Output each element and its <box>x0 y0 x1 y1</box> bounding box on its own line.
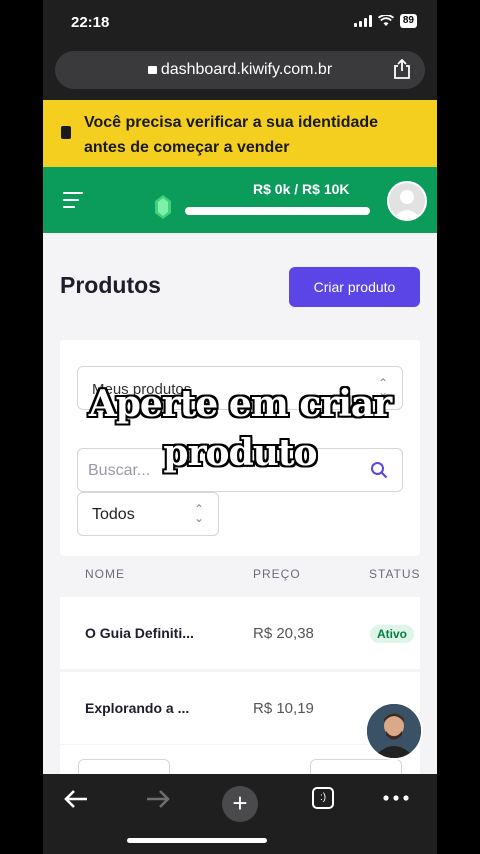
status-filter-select[interactable]: Todos ⌃ ⌄ <box>77 492 219 536</box>
wifi-icon <box>377 15 394 26</box>
banner-text: Você precisa verificar a sua identidade … <box>84 114 379 156</box>
verification-banner[interactable]: Você precisa verificar a sua identidade … <box>43 100 437 167</box>
overlay-caption-line1: Aperte em criar <box>88 383 392 425</box>
goal-text: R$ 0k / R$ 10K <box>253 181 350 197</box>
gem-icon <box>155 195 171 219</box>
table-row[interactable]: O Guia Definiti... R$ 20,38 Ativo <box>60 597 420 669</box>
home-indicator <box>127 838 267 843</box>
person-photo-icon <box>367 704 421 758</box>
phone-frame: 22:18 89 dashboard.kiwify.com.br Você pr… <box>0 0 480 854</box>
status-filter-value: Todos <box>92 506 135 523</box>
table-header: NOME PREÇO STATUS <box>60 556 437 596</box>
share-icon[interactable] <box>393 59 411 79</box>
clipboard-icon <box>61 126 71 139</box>
product-name: Explorando a ... <box>85 700 190 716</box>
url-display: dashboard.kiwify.com.br <box>55 61 425 79</box>
overlay-caption-line2: produto <box>163 432 317 474</box>
product-name: O Guia Definiti... <box>85 625 194 641</box>
product-price: R$ 10,19 <box>253 700 314 717</box>
status-bar: 22:18 89 <box>43 0 437 44</box>
goal-progress-bar <box>185 207 370 215</box>
back-arrow-icon[interactable] <box>63 788 89 810</box>
lock-icon <box>147 66 157 74</box>
status-time: 22:18 <box>71 14 110 31</box>
url-text: dashboard.kiwify.com.br <box>160 61 333 78</box>
battery-icon: 89 <box>399 14 417 28</box>
status-icons: 89 <box>353 14 417 28</box>
signal-icon <box>353 15 372 27</box>
browser-toolbar: dashboard.kiwify.com.br <box>43 44 437 100</box>
create-product-button[interactable]: Criar produto <box>289 267 420 307</box>
status-badge: Ativo <box>370 625 414 643</box>
product-price: R$ 20,38 <box>253 625 314 642</box>
more-dots-icon[interactable] <box>383 795 409 801</box>
user-icon <box>393 190 421 219</box>
page-title: Produtos <box>60 272 161 298</box>
forward-arrow-icon <box>147 790 170 808</box>
user-avatar[interactable] <box>387 181 427 221</box>
support-avatar[interactable] <box>365 702 423 760</box>
column-header-status: STATUS <box>369 567 421 581</box>
chevron-updown-icon: ⌃ ⌄ <box>193 502 204 525</box>
address-bar[interactable]: dashboard.kiwify.com.br <box>55 51 425 89</box>
app-header: R$ 0k / R$ 10K <box>43 167 437 233</box>
new-tab-plus-icon[interactable]: + <box>222 786 258 822</box>
browser-screen: 22:18 89 dashboard.kiwify.com.br Você pr… <box>43 0 437 854</box>
column-header-price: PREÇO <box>253 567 301 581</box>
menu-icon[interactable] <box>63 192 83 213</box>
tabs-icon[interactable]: :) <box>312 787 334 809</box>
column-header-name: NOME <box>85 567 125 581</box>
